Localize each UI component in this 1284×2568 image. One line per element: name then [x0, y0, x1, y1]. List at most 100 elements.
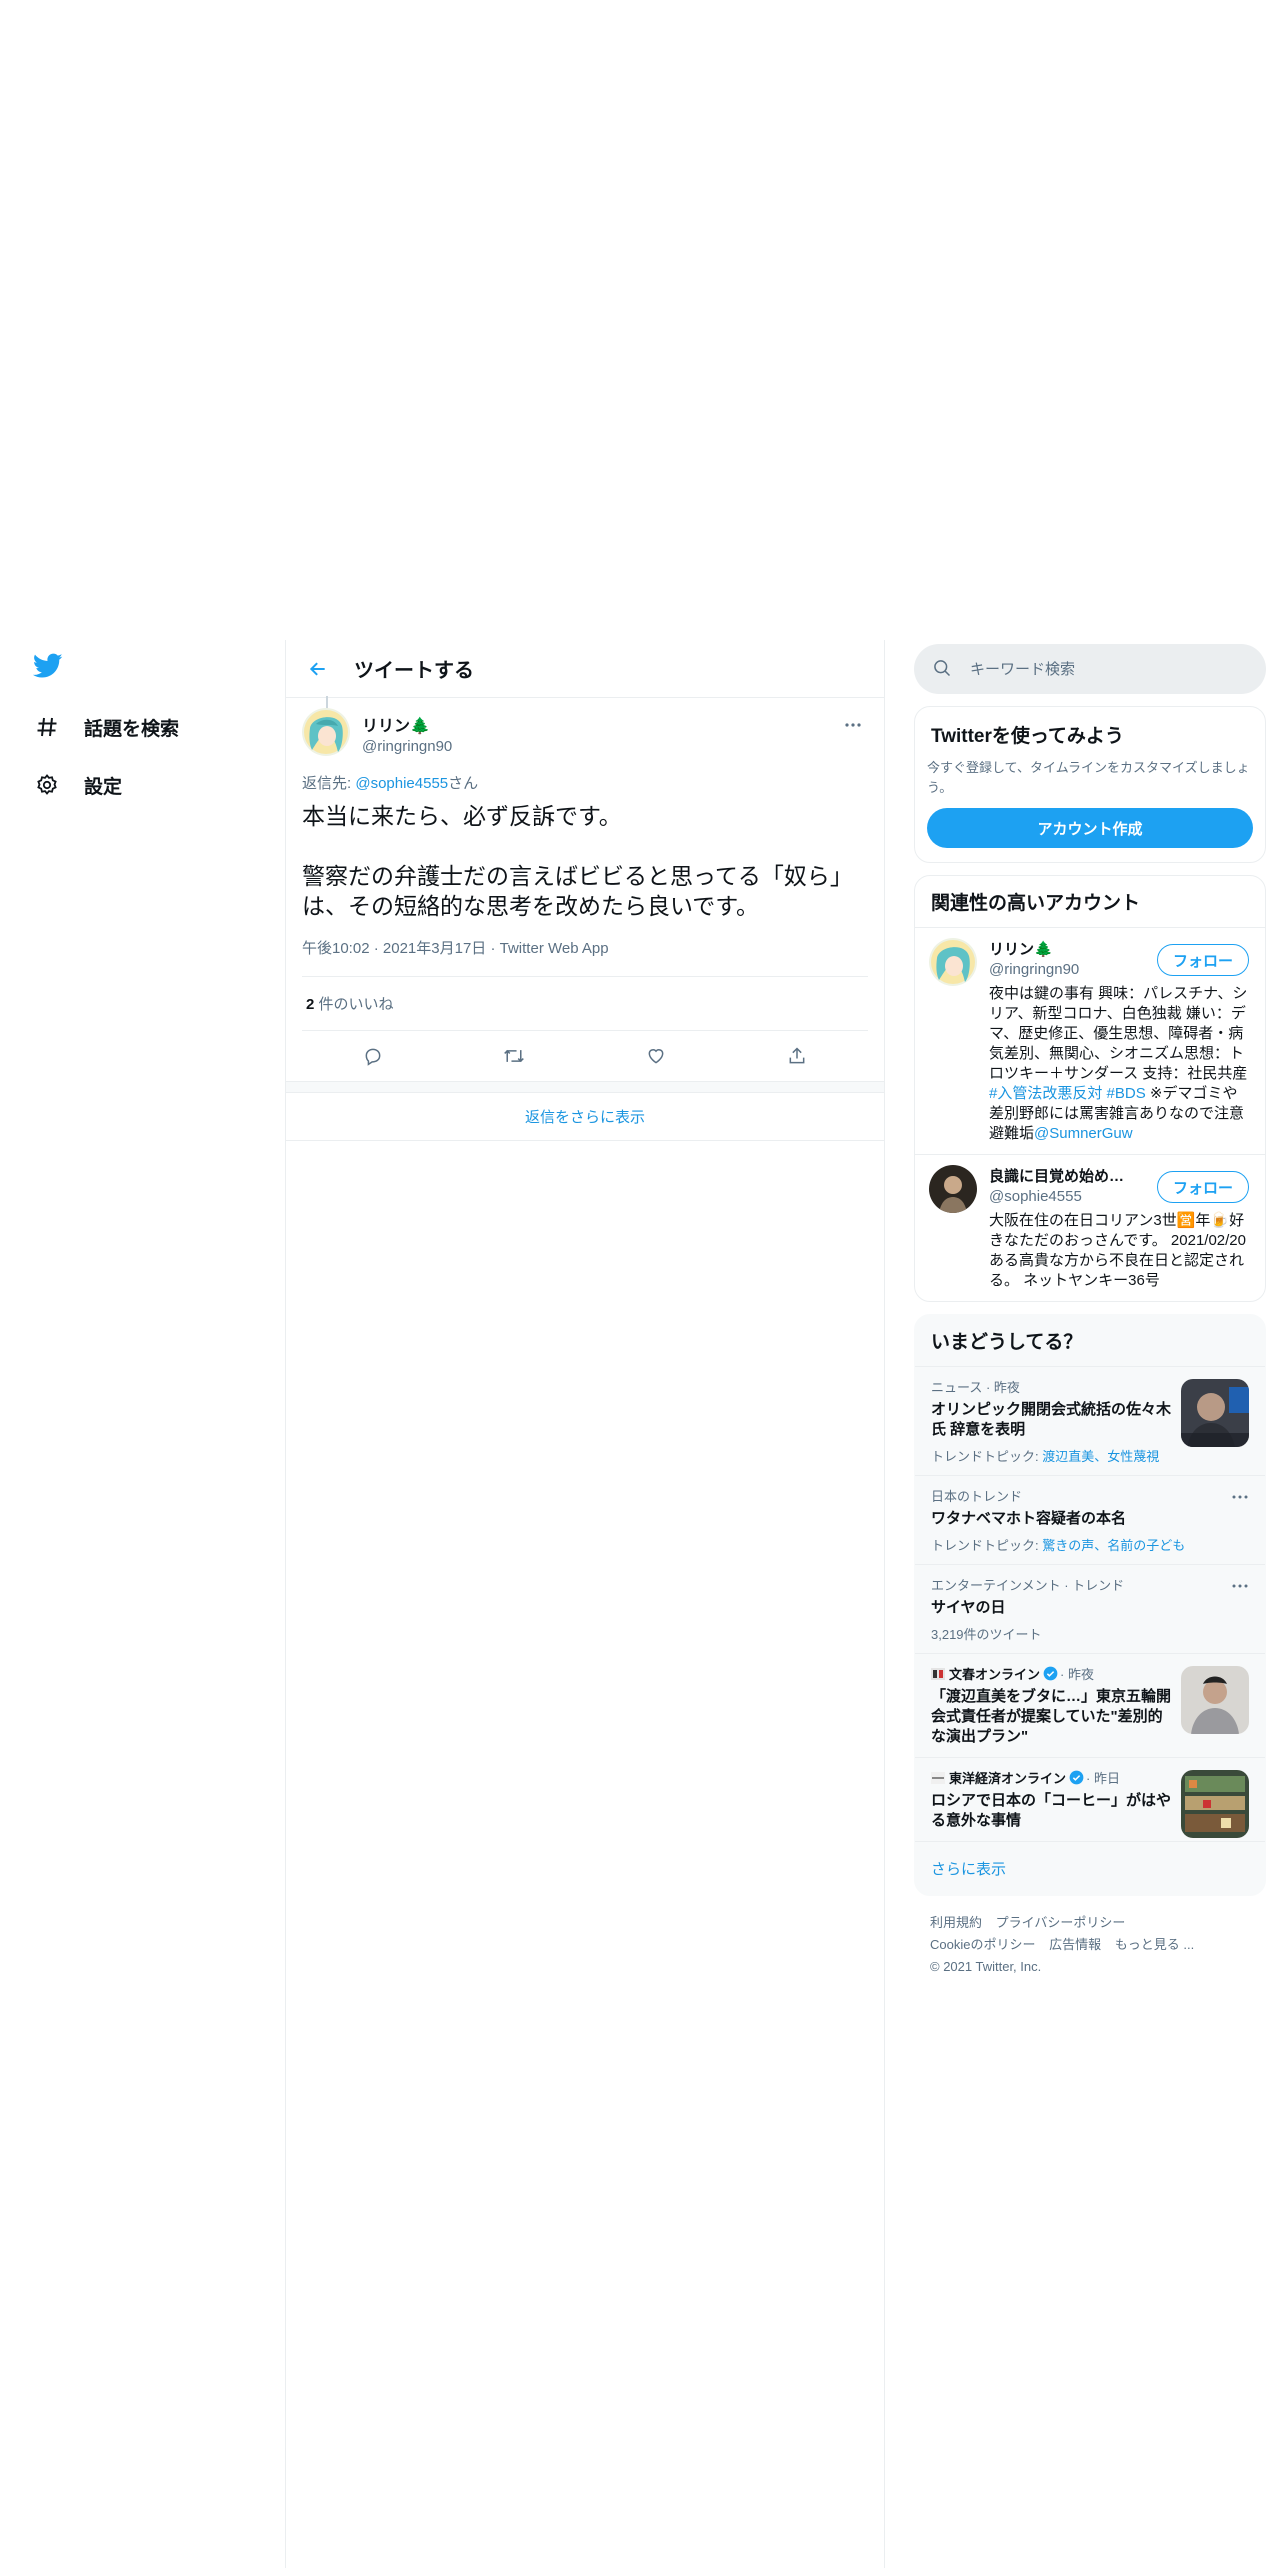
show-more-replies-link[interactable]: 返信をさらに表示 — [286, 1093, 884, 1141]
twitter-logo-icon[interactable] — [30, 648, 66, 684]
footer-link-terms[interactable]: 利用規約 — [930, 1915, 982, 1930]
back-arrow-icon[interactable] — [300, 651, 336, 687]
signup-title: Twitterを使ってみよう — [931, 726, 1124, 747]
like-heart-icon[interactable] — [638, 1038, 674, 1074]
follow-button[interactable]: フォロー — [1156, 944, 1249, 976]
publisher-logo-icon — [931, 1667, 945, 1680]
publisher-time: · 昨夜 — [1060, 1667, 1094, 1682]
meta-separator: · — [490, 940, 496, 957]
bio-text: 夜中は鍵の事有 興味：パレスチナ、シリア、新型コロナ、白色独裁 嫌い：デマ、歴史… — [989, 985, 1248, 1082]
tweet-text: 本当に来たら、必ず反訴です。 警察だの弁護士だの言えばビビると思ってる「奴ら」は… — [302, 803, 853, 919]
tweet-time[interactable]: 午後10:02 — [302, 940, 370, 957]
avatar[interactable] — [302, 708, 350, 756]
related-accounts-card: 関連性の高いアカウント リリン🌲 @ringringn90 夜中は鍵の事有 興味… — [914, 875, 1266, 1302]
trend-item[interactable]: ニュース · 昨夜 オリンピック開閉会式統括の佐々木氏 辞意を表明 トレンドトピ… — [915, 1367, 1265, 1476]
related-accounts-title: 関連性の高いアカウント — [915, 876, 1265, 928]
publisher-name: 文春オンライン — [949, 1667, 1041, 1682]
right-sidebar: Twitterを使ってみよう 今すぐ登録して、タイムラインをカスタマイズしましょ… — [914, 644, 1266, 1994]
search-input[interactable] — [970, 660, 1230, 678]
left-navigation: 話題を検索 設定 — [28, 648, 258, 814]
search-bar[interactable] — [914, 644, 1266, 694]
reply-icon[interactable] — [355, 1038, 391, 1074]
more-options-icon[interactable] — [1229, 1575, 1251, 1597]
trend-name: ワタナベマホト容疑者の本名 — [931, 1510, 1127, 1527]
page-header: ツイートする — [286, 640, 884, 698]
page-title: ツイートする — [354, 660, 474, 682]
create-account-button[interactable]: アカウント作成 — [927, 808, 1253, 848]
trends-show-more-link[interactable]: さらに表示 — [915, 1842, 1265, 1895]
hashtag-link[interactable]: #BDS — [1107, 1085, 1146, 1102]
trend-item[interactable]: 東洋経済オンライン · 昨日 ロシアで日本の「コーヒー」がはやる意外な事情 — [915, 1758, 1265, 1842]
more-options-icon[interactable] — [1229, 1486, 1251, 1508]
trend-topics-links[interactable]: 驚きの声、名前の子ども — [1042, 1538, 1185, 1553]
tweet-actions — [302, 1031, 868, 1081]
nav-explore-label: 話題を検索 — [84, 718, 180, 740]
hashtag-icon — [34, 714, 60, 740]
trend-topics-prefix: トレンドトピック: — [931, 1449, 1043, 1464]
verified-badge-icon — [1069, 1770, 1084, 1785]
trend-topics-prefix: トレンドトピック: — [931, 1538, 1043, 1553]
trend-name: オリンピック開閉会式統括の佐々木氏 辞意を表明 — [931, 1401, 1172, 1438]
nav-settings-label: 設定 — [84, 776, 123, 798]
tweet-source[interactable]: Twitter Web App — [500, 940, 609, 957]
trend-topics-links[interactable]: 渡辺直美、女性蔑視 — [1042, 1449, 1159, 1464]
publisher-time: · 昨日 — [1086, 1771, 1120, 1786]
footer-link-privacy[interactable]: プライバシーポリシー — [996, 1915, 1126, 1930]
footer-link-cookies[interactable]: Cookieのポリシー — [930, 1937, 1035, 1952]
trend-thumbnail — [1181, 1666, 1249, 1734]
tweet-author: リリン🌲 @ringringn90 — [362, 708, 452, 755]
trend-item[interactable]: 文春オンライン · 昨夜 「渡辺直美をブタに…」東京五輪開会式責任者が提案してい… — [915, 1654, 1265, 1758]
search-icon — [932, 658, 954, 680]
account-name[interactable]: リリン🌲 — [989, 938, 1139, 959]
account-item[interactable]: 良識に目覚め始めた(… @sophie4555 大阪在住の在日コリアン3世🈺年🍺… — [915, 1155, 1265, 1301]
hashtag-link[interactable]: #入管法改悪反対 — [989, 1085, 1102, 1102]
footer-copyright: © 2021 Twitter, Inc. — [930, 1959, 1042, 1974]
trend-name: 「渡辺直美をブタに…」東京五輪開会式責任者が提案していた"差別的な演出プラン" — [931, 1688, 1172, 1745]
focused-tweet: リリン🌲 @ringringn90 返信先: @sophie4555さん 本当に… — [286, 698, 884, 1081]
likes-label: 件のいいね — [314, 996, 394, 1013]
trend-name: ロシアで日本の「コーヒー」がはやる意外な事情 — [931, 1792, 1172, 1829]
reply-suffix: さん — [448, 775, 479, 792]
avatar[interactable] — [929, 938, 977, 986]
account-item[interactable]: リリン🌲 @ringringn90 夜中は鍵の事有 興味：パレスチナ、シリア、新… — [915, 928, 1265, 1155]
reply-mention-link[interactable]: @sophie4555 — [355, 775, 448, 792]
retweet-icon[interactable] — [496, 1038, 532, 1074]
tweet-metadata: 午後10:02 · 2021年3月17日 · Twitter Web App — [302, 937, 868, 977]
trends-card: いまどうしてる？ ニュース · 昨夜 オリンピック開閉会式統括の佐々木氏 辞意を… — [914, 1314, 1266, 1896]
footer-link-ads[interactable]: 広告情報 — [1049, 1937, 1101, 1952]
footer-link-more[interactable]: もっと見る ... — [1115, 1937, 1194, 1952]
nav-explore[interactable]: 話題を検索 — [28, 698, 258, 756]
more-options-icon[interactable] — [838, 710, 868, 740]
trend-context: エンターテインメント · トレンド — [931, 1578, 1125, 1593]
account-name[interactable]: 良識に目覚め始めた(… — [989, 1165, 1139, 1186]
follow-button[interactable]: フォロー — [1156, 1171, 1249, 1203]
trend-item[interactable]: 日本のトレンド ワタナベマホト容疑者の本名 トレンドトピック: 驚きの声、名前の… — [915, 1476, 1265, 1565]
trends-title: いまどうしてる？ — [915, 1315, 1265, 1367]
signup-description: 今すぐ登録して、タイムラインをカスタマイズしましょう。 — [927, 760, 1250, 795]
section-divider — [286, 1081, 884, 1093]
account-bio: 夜中は鍵の事有 興味：パレスチナ、シリア、新型コロナ、白色独裁 嫌い：デマ、歴史… — [989, 984, 1251, 1144]
signup-card: Twitterを使ってみよう 今すぐ登録して、タイムラインをカスタマイズしましょ… — [914, 706, 1266, 863]
publisher-logo-icon — [931, 1771, 945, 1784]
reply-prefix: 返信先: — [302, 775, 356, 792]
trend-item[interactable]: エンターテインメント · トレンド サイヤの日 3,219件のツイート — [915, 1565, 1265, 1654]
trend-tweet-count: 3,219件のツイート — [931, 1627, 1042, 1642]
trend-thumbnail — [1181, 1379, 1249, 1447]
footer: 利用規約 プライバシーポリシー Cookieのポリシー 広告情報 もっと見る .… — [914, 1896, 1266, 1994]
account-bio: 大阪在住の在日コリアン3世🈺年🍺好きなただのおっさんです。 2021/02/20… — [989, 1212, 1246, 1289]
verified-badge-icon — [1043, 1666, 1058, 1681]
share-icon[interactable] — [779, 1038, 815, 1074]
likes-count-link[interactable]: 2 件のいいね — [302, 977, 868, 1031]
main-column: ツイートする リリン🌲 @ringringn90 返信先: @sophie455… — [285, 640, 885, 2568]
avatar[interactable] — [929, 1165, 977, 1213]
reply-to-line: 返信先: @sophie4555さん — [302, 772, 868, 793]
gear-icon — [34, 772, 60, 798]
author-display-name[interactable]: リリン🌲 — [362, 712, 452, 736]
author-handle[interactable]: @ringringn90 — [362, 738, 452, 755]
trend-topics: トレンドトピック: 渡辺直美、女性蔑視 — [931, 1446, 1249, 1465]
mention-link[interactable]: @SumnerGuw — [1034, 1125, 1133, 1142]
tweet-date[interactable]: 2021年3月17日 — [383, 940, 486, 957]
trend-context: 日本のトレンド — [931, 1489, 1023, 1504]
tweet-header: リリン🌲 @ringringn90 — [302, 708, 868, 756]
nav-settings[interactable]: 設定 — [28, 756, 258, 814]
